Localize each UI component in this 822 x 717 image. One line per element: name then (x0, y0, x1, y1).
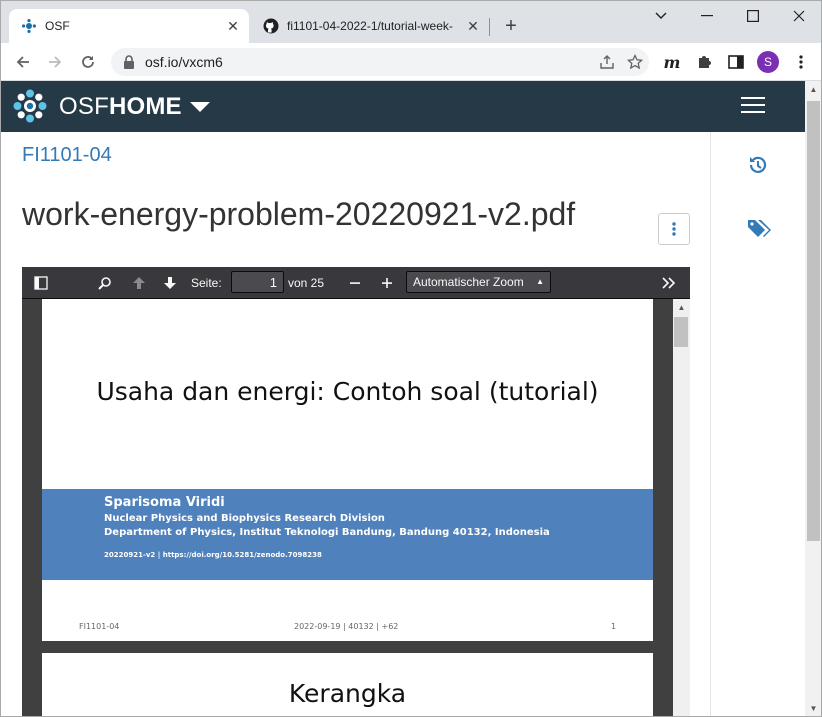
zoom-in-icon[interactable] (377, 273, 397, 293)
footer-right: 1 (611, 622, 617, 631)
browser-menu-icon[interactable] (787, 48, 815, 76)
page-scroll-thumb[interactable] (807, 101, 820, 541)
page2-title: Kerangka (288, 679, 407, 708)
previous-page-icon[interactable] (129, 273, 149, 293)
new-tab-icon[interactable]: + (499, 14, 523, 38)
pdf-body: Usaha dan energi: Contoh soal (tutorial)… (22, 299, 690, 716)
brand-osf: OSF (59, 93, 109, 120)
page-scroll-up-icon[interactable]: ▲ (805, 83, 821, 95)
footer-center: 2022-09-19 | 40132 | +62 (294, 622, 399, 631)
tools-menu-icon[interactable] (659, 273, 679, 293)
doi-line: 20220921-v2 | https://doi.org/10.5281/ze… (104, 551, 322, 559)
tab-strip: OSF ✕ fi1101-04-2022-1/tutorial-week- ✕ … (1, 1, 821, 43)
pdf-page-1: Usaha dan energi: Contoh soal (tutorial)… (42, 299, 653, 641)
close-window-icon[interactable] (776, 1, 821, 31)
tab-github[interactable]: fi1101-04-2022-1/tutorial-week- ✕ (251, 9, 489, 43)
browser-toolbar: osf.io/vxcm6 m (1, 43, 821, 81)
back-icon[interactable] (9, 48, 37, 76)
page-scroll-down-icon[interactable]: ▼ (805, 702, 821, 714)
main-content: FI1101-04 work-energy-problem-20220921-v… (1, 132, 805, 716)
page-number-input[interactable] (231, 271, 284, 293)
hamburger-menu-icon[interactable] (741, 97, 765, 115)
file-actions-button[interactable] (658, 213, 690, 245)
url-text: osf.io/vxcm6 (145, 54, 223, 70)
author-division: Nuclear Physics and Biophysics Research … (104, 513, 385, 524)
page-label: Seite: (191, 276, 222, 290)
tab-osf[interactable]: OSF ✕ (9, 9, 249, 43)
osf-navbar: OSF HOME (1, 81, 805, 132)
side-panel-icon[interactable] (722, 48, 750, 76)
extensions-puzzle-icon[interactable] (690, 48, 718, 76)
tab-title: fi1101-04-2022-1/tutorial-week- (287, 19, 453, 33)
pdf-toolbar: Seite: von 25 Automatischer Zoom ▲ (22, 267, 690, 299)
tab-search-icon[interactable] (638, 1, 684, 31)
author-name: Sparisoma Viridi (104, 495, 225, 510)
osf-logo-icon (21, 18, 37, 34)
extension-m-icon[interactable]: m (658, 48, 686, 76)
tab-title: OSF (45, 19, 70, 33)
osf-home-menu[interactable]: OSF HOME (59, 93, 210, 121)
revision-history-icon[interactable] (747, 154, 769, 176)
author-banner: Sparisoma Viridi Nuclear Physics and Bio… (42, 489, 653, 580)
maximize-icon[interactable] (730, 1, 776, 31)
osf-logo-icon[interactable] (13, 89, 47, 123)
sidebar-toggle-icon[interactable] (31, 273, 51, 293)
find-icon[interactable] (95, 273, 115, 293)
zoom-out-icon[interactable] (345, 273, 365, 293)
pdf-page-2: Kerangka (42, 653, 653, 716)
tags-icon[interactable] (747, 218, 771, 240)
pdf-scroll-thumb[interactable] (674, 317, 688, 347)
tab-separator (489, 18, 490, 36)
forward-icon[interactable] (41, 48, 69, 76)
caret-down-icon (189, 102, 210, 112)
scroll-up-icon[interactable]: ▲ (673, 301, 690, 313)
reload-icon[interactable] (74, 48, 102, 76)
profile-avatar[interactable]: S (757, 51, 779, 73)
pdf-viewer: Seite: von 25 Automatischer Zoom ▲ (22, 267, 690, 716)
bookmark-star-icon[interactable] (621, 48, 649, 76)
pdf-scrollbar[interactable] (673, 299, 690, 716)
file-title: work-energy-problem-20220921-v2.pdf (22, 196, 576, 232)
next-page-icon[interactable] (160, 273, 180, 293)
brand-home: HOME (108, 93, 182, 120)
project-link[interactable]: FI1101-04 (22, 144, 112, 167)
author-department: Department of Physics, Institut Teknolog… (104, 527, 550, 538)
zoom-value: Automatischer Zoom (413, 275, 524, 289)
select-arrows-icon: ▲ (536, 277, 544, 286)
close-tab-icon[interactable]: ✕ (463, 16, 483, 36)
close-tab-icon[interactable]: ✕ (223, 16, 243, 36)
page1-title: Usaha dan energi: Contoh soal (tutorial) (96, 377, 599, 406)
zoom-select[interactable]: Automatischer Zoom ▲ (406, 271, 551, 293)
browser-window: OSF ✕ fi1101-04-2022-1/tutorial-week- ✕ … (0, 0, 822, 717)
minimize-icon[interactable] (684, 1, 730, 31)
page-count-label: von 25 (288, 276, 325, 290)
address-bar[interactable]: osf.io/vxcm6 (111, 48, 649, 76)
github-icon (263, 18, 279, 34)
footer-left: FI1101-04 (79, 622, 120, 631)
share-icon[interactable] (593, 48, 621, 76)
lock-icon (123, 55, 135, 69)
file-sidebar (710, 132, 805, 716)
